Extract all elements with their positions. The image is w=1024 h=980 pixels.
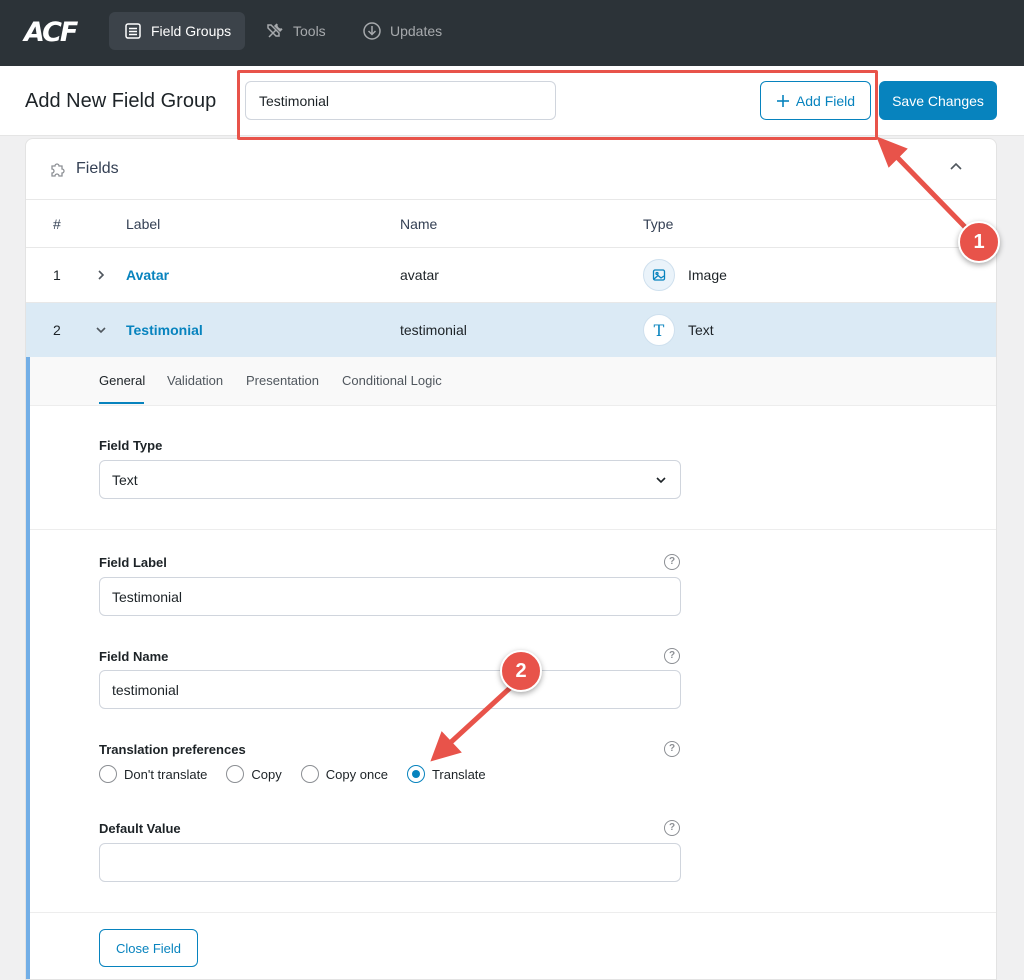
default-value-label: Default Value <box>99 821 181 836</box>
row-num: 1 <box>53 267 61 283</box>
col-label: Label <box>126 216 161 232</box>
active-rail <box>26 357 30 979</box>
highlight-box <box>237 70 878 140</box>
tools-icon <box>267 23 283 38</box>
radio-label: Copy <box>251 766 282 782</box>
row-name: avatar <box>400 267 439 283</box>
radio-copy-once[interactable]: Copy once <box>300 765 388 783</box>
tab-general[interactable]: General <box>99 373 145 388</box>
image-icon <box>643 259 675 291</box>
help-icon[interactable]: ? <box>664 554 680 570</box>
radio-label: Copy once <box>325 766 388 782</box>
acf-logo[interactable]: ACF <box>24 17 78 48</box>
radio-label: Translate <box>431 766 486 782</box>
col-name: Name <box>400 216 438 232</box>
field-name-label: Field Name <box>99 649 169 664</box>
nav-updates[interactable]: Updates <box>348 12 456 50</box>
nav-tools-label: Tools <box>293 23 326 39</box>
default-value-input[interactable] <box>99 843 681 882</box>
nav-updates-label: Updates <box>390 23 443 39</box>
row-name: testimonial <box>400 322 467 338</box>
translation-preferences-label: Translation preferences <box>99 742 246 757</box>
puzzle-icon <box>51 163 65 177</box>
fields-panel-header[interactable]: Fields <box>26 139 996 200</box>
settings-tabs: General Validation Presentation Conditio… <box>30 357 996 406</box>
nav-field-groups[interactable]: Field Groups <box>109 12 246 50</box>
table-row[interactable]: 1 Avatar avatar Image <box>26 248 996 303</box>
callout-2: 2 <box>500 650 542 692</box>
radio-button[interactable] <box>99 765 117 783</box>
table-header: # Label Name Type <box>26 200 996 248</box>
download-icon <box>363 22 381 40</box>
tab-presentation[interactable]: Presentation <box>246 373 319 388</box>
field-name-input[interactable] <box>99 670 681 709</box>
nav-tools[interactable]: Tools <box>251 12 340 50</box>
chevron-down-icon[interactable] <box>94 323 108 337</box>
divider <box>30 912 996 913</box>
help-icon[interactable]: ? <box>664 648 680 664</box>
field-label-input[interactable] <box>99 577 681 616</box>
radio-dont-translate[interactable]: Don't translate <box>99 765 207 783</box>
radio-label: Don't translate <box>124 766 208 782</box>
chevron-up-icon[interactable] <box>948 159 964 175</box>
tab-validation[interactable]: Validation <box>167 373 223 388</box>
row-num: 2 <box>53 322 61 338</box>
active-tab-indicator <box>99 402 144 404</box>
save-changes-button[interactable]: Save Changes <box>879 81 997 120</box>
chevron-right-icon[interactable] <box>94 268 108 282</box>
fields-panel: Fields # Label Name Type 1 Avatar avatar… <box>25 138 997 980</box>
row-type: Image <box>688 267 727 283</box>
col-num: # <box>53 216 61 232</box>
radio-copy[interactable]: Copy <box>226 765 282 783</box>
help-icon[interactable]: ? <box>664 820 680 836</box>
nav-field-groups-label: Field Groups <box>151 23 232 39</box>
top-nav: ACF Field Groups Tools Updates <box>0 0 1024 66</box>
help-icon[interactable]: ? <box>664 741 680 757</box>
radio-button[interactable] <box>226 765 245 783</box>
field-type-value: Text <box>112 471 138 488</box>
row-type: Text <box>688 322 714 338</box>
close-field-button[interactable]: Close Field <box>99 929 198 967</box>
divider <box>30 529 996 530</box>
tab-conditional-logic[interactable]: Conditional Logic <box>342 373 442 388</box>
row-label[interactable]: Testimonial <box>126 322 203 338</box>
table-row[interactable]: 2 Testimonial testimonial T Text <box>26 303 996 358</box>
radio-translate[interactable]: Translate <box>406 765 486 783</box>
field-label-label: Field Label <box>99 555 167 570</box>
radio-button[interactable] <box>300 765 319 783</box>
row-label[interactable]: Avatar <box>126 267 169 283</box>
translation-radio-group: Don't translate Copy Copy once Translate <box>99 765 505 783</box>
chevron-down-icon <box>656 477 666 484</box>
col-type: Type <box>643 216 674 232</box>
list-icon <box>125 23 141 39</box>
text-icon: T <box>643 314 675 346</box>
field-type-select[interactable]: Text <box>99 460 681 499</box>
fields-panel-title: Fields <box>76 160 119 177</box>
page-title: Add New Field Group <box>25 90 217 112</box>
callout-1: 1 <box>958 221 1000 263</box>
field-type-label: Field Type <box>99 438 163 453</box>
radio-button[interactable] <box>406 765 425 783</box>
